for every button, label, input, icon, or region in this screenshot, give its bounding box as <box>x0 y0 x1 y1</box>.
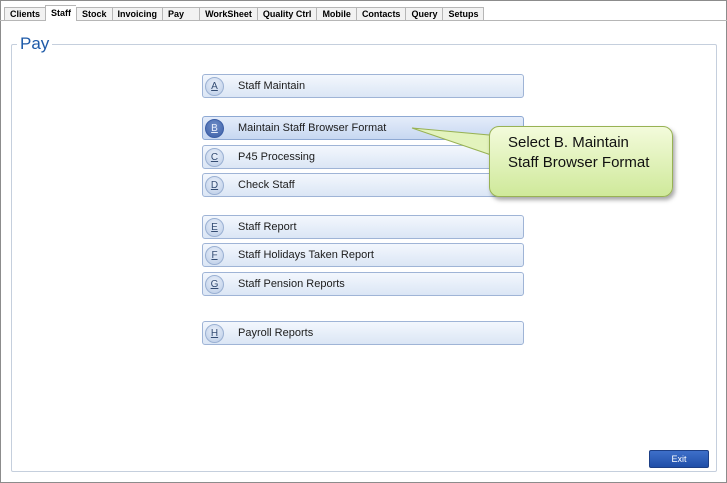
exit-button[interactable]: Exit <box>649 450 709 468</box>
tab-invoicing[interactable]: Invoicing <box>111 7 163 21</box>
menu-button-staff-pension-reports[interactable]: G Staff Pension Reports <box>202 272 524 296</box>
shortcut-key-d: D <box>205 176 224 195</box>
menu-button-label: Payroll Reports <box>238 327 314 339</box>
menu-button-label: Staff Maintain <box>238 80 306 92</box>
tab-setups[interactable]: Setups <box>442 7 485 21</box>
menu-button-label: Check Staff <box>238 179 295 191</box>
tab-worksheet[interactable]: WorkSheet <box>199 7 257 21</box>
menu-button-label: Staff Pension Reports <box>238 278 345 290</box>
shortcut-key-h: H <box>205 324 224 343</box>
shortcut-key-a: A <box>205 77 224 96</box>
main-tab-strip: Clients Staff Stock Invoicing Pay WorkSh… <box>4 5 485 21</box>
menu-button-check-staff[interactable]: D Check Staff <box>202 173 524 197</box>
shortcut-key-e: E <box>205 218 224 237</box>
shortcut-key-f: F <box>205 246 224 265</box>
instruction-callout: Select B. Maintain Staff Browser Format <box>489 126 673 197</box>
tab-mobile[interactable]: Mobile <box>316 7 356 21</box>
shortcut-key-b: B <box>205 119 224 138</box>
page-title: Pay <box>17 34 53 54</box>
tab-query[interactable]: Query <box>405 7 443 21</box>
tab-staff[interactable]: Staff <box>45 5 77 21</box>
menu-button-payroll-reports[interactable]: H Payroll Reports <box>202 321 524 345</box>
menu-button-staff-maintain[interactable]: A Staff Maintain <box>202 74 524 98</box>
menu-button-staff-report[interactable]: E Staff Report <box>202 215 524 239</box>
callout-text: Select B. Maintain Staff Browser Format <box>508 134 650 171</box>
menu-button-label: Staff Report <box>238 221 297 233</box>
tab-stock[interactable]: Stock <box>76 7 112 21</box>
tab-quality-ctrl[interactable]: Quality Ctrl <box>256 7 317 21</box>
tab-contacts[interactable]: Contacts <box>355 7 406 21</box>
tab-pay[interactable]: Pay <box>162 7 200 21</box>
menu-button-label: Staff Holidays Taken Report <box>238 249 374 261</box>
shortcut-key-c: C <box>205 148 224 167</box>
shortcut-key-g: G <box>205 275 224 294</box>
tab-clients[interactable]: Clients <box>4 7 46 21</box>
menu-button-staff-holidays-taken-report[interactable]: F Staff Holidays Taken Report <box>202 243 524 267</box>
menu-button-label: P45 Processing <box>238 151 316 163</box>
menu-button-label: Maintain Staff Browser Format <box>238 122 387 134</box>
